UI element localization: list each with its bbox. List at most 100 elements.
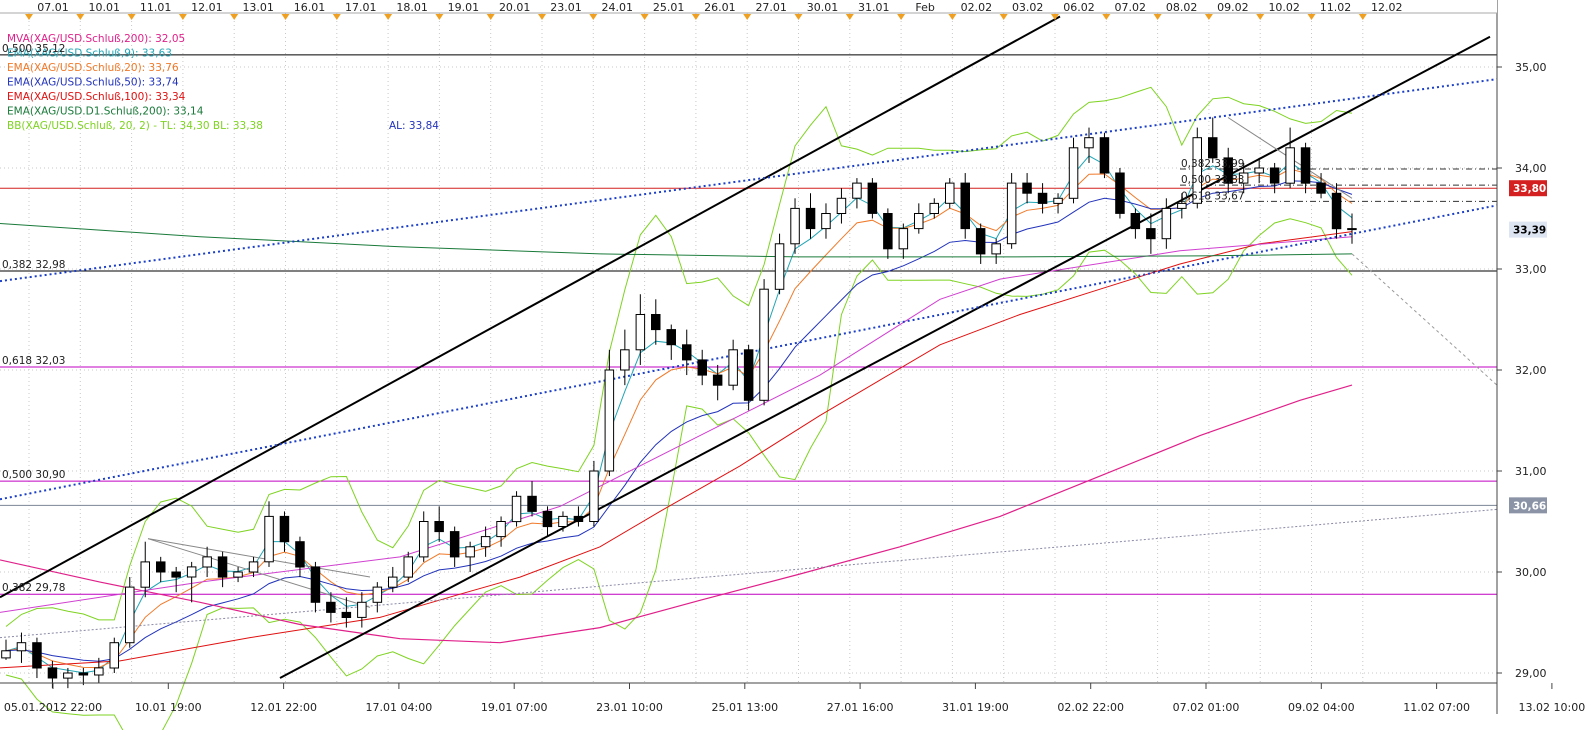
candle-body — [1115, 172, 1125, 214]
candle-body — [1099, 137, 1110, 174]
y-tick-label: 30,00 — [1515, 566, 1547, 579]
candle-body — [465, 546, 475, 558]
candle-body — [1053, 197, 1063, 204]
x-tick-label: 05.01.2012 22:00 — [4, 701, 102, 714]
candle-body — [945, 182, 955, 204]
candle-body — [991, 243, 1001, 255]
candle-body — [929, 202, 939, 214]
y-tick-label: 31,00 — [1515, 465, 1547, 478]
top-date-label: 07.01 — [37, 1, 69, 14]
candle-body — [449, 531, 460, 558]
top-date-label: 11.02 — [1320, 1, 1352, 14]
candle-body — [32, 642, 42, 669]
candle-body — [867, 182, 878, 214]
top-date-label: 11.01 — [140, 1, 172, 14]
candle-body — [898, 228, 909, 250]
y-tick-label: 34,00 — [1515, 162, 1547, 175]
top-date-label: 02.02 — [961, 1, 993, 14]
top-date-label: 09.02 — [1217, 1, 1249, 14]
candle-body — [1084, 137, 1094, 149]
x-tick-label: 09.02 04:00 — [1288, 701, 1355, 714]
x-tick-label: 31.01 19:00 — [942, 701, 1009, 714]
x-tick-label: 13.02 10:00 — [1519, 701, 1586, 714]
candle-body — [1006, 182, 1017, 245]
candle-body — [604, 369, 615, 472]
candle-body — [109, 642, 119, 669]
candle-body — [1316, 182, 1326, 194]
candle-body — [372, 586, 383, 603]
candle-body — [1254, 167, 1264, 174]
candle-body — [728, 349, 738, 386]
top-date-label: 06.02 — [1063, 1, 1095, 14]
top-date-label: 12.01 — [191, 1, 223, 14]
candle-body — [94, 667, 104, 676]
candle-body — [573, 515, 584, 523]
x-tick-label: 02.02 22:00 — [1057, 701, 1124, 714]
y-tick-label: 35,00 — [1515, 61, 1547, 74]
candle-body — [914, 213, 924, 230]
fib-small-label: 0,618 33,67 — [1181, 190, 1244, 202]
candle-body — [341, 611, 352, 619]
candle-body — [1347, 228, 1357, 231]
top-date-label: 24.01 — [602, 1, 634, 14]
legend-entry: AL: 33,84 — [389, 120, 439, 132]
candle-body — [16, 642, 27, 652]
legend-entry: EMA(XAG/USD.Schluß,20): 33,76 — [7, 62, 179, 74]
candle-body — [682, 344, 692, 361]
x-tick-label: 27.01 16:00 — [827, 701, 894, 714]
top-date-label: 17.01 — [345, 1, 377, 14]
candle-body — [1161, 207, 1172, 240]
candle-body — [279, 515, 290, 543]
candle-body — [821, 213, 831, 230]
fib-small-label: 0,382 33,99 — [1181, 158, 1244, 170]
legend-entry: EMA(XAG/USD.Schluß,50): 33,74 — [7, 77, 179, 89]
top-date-label: 26.01 — [704, 1, 736, 14]
x-tick-label: 23.01 10:00 — [596, 701, 663, 714]
price-badge-label: 33,39 — [1513, 225, 1546, 237]
fib-label: 0,618 32,03 — [2, 355, 65, 367]
candle-body — [434, 521, 444, 533]
candle-body — [480, 536, 491, 548]
fib-label: 0,500 30,90 — [2, 469, 65, 481]
candle-body — [527, 495, 537, 512]
candle-body — [388, 576, 398, 588]
candle-body — [1177, 202, 1187, 209]
top-date-label: 10.02 — [1268, 1, 1300, 14]
top-date-label: 20.01 — [499, 1, 531, 14]
candle-body — [217, 556, 228, 578]
candle-body — [774, 243, 785, 290]
legend-entry: EMA(XAG/USD.Schluß,100): 33,34 — [7, 91, 186, 103]
candle-body — [620, 349, 630, 371]
candle-body — [248, 561, 259, 573]
candle-body — [1037, 192, 1048, 204]
top-date-label: 25.01 — [653, 1, 685, 14]
candle-body — [1068, 147, 1079, 199]
top-date-label: 23.01 — [550, 1, 582, 14]
y-tick-label: 32,00 — [1515, 364, 1547, 377]
price-badge-label: 33,80 — [1513, 183, 1546, 195]
candle-body — [140, 561, 150, 588]
candle-body — [558, 515, 568, 528]
candle-body — [419, 521, 429, 558]
top-date-label: 12.02 — [1371, 1, 1403, 14]
candle-body — [125, 586, 135, 644]
candle-body — [403, 556, 413, 578]
candle-body — [63, 672, 73, 679]
x-tick-label: 12.01 22:00 — [250, 701, 317, 714]
candle-body — [589, 470, 599, 522]
top-date-label: 30.01 — [807, 1, 839, 14]
top-date-label: 13.01 — [242, 1, 274, 14]
candle-body — [712, 374, 723, 386]
candle-body — [1300, 147, 1311, 184]
candle-body — [233, 571, 243, 578]
candle-body — [310, 566, 321, 603]
candle-body — [759, 288, 769, 401]
candle-body — [651, 314, 661, 331]
top-date-label: 10.01 — [89, 1, 121, 14]
y-tick-label: 29,00 — [1515, 667, 1547, 680]
candle-body — [202, 556, 212, 568]
x-tick-label: 10.01 19:00 — [135, 701, 202, 714]
chart-root: MVA(XAG/USD.Schluß,200): 32,05 EMA(XAG/US… — [0, 0, 1594, 730]
candle-body — [264, 515, 274, 563]
candle-body — [1285, 147, 1295, 184]
